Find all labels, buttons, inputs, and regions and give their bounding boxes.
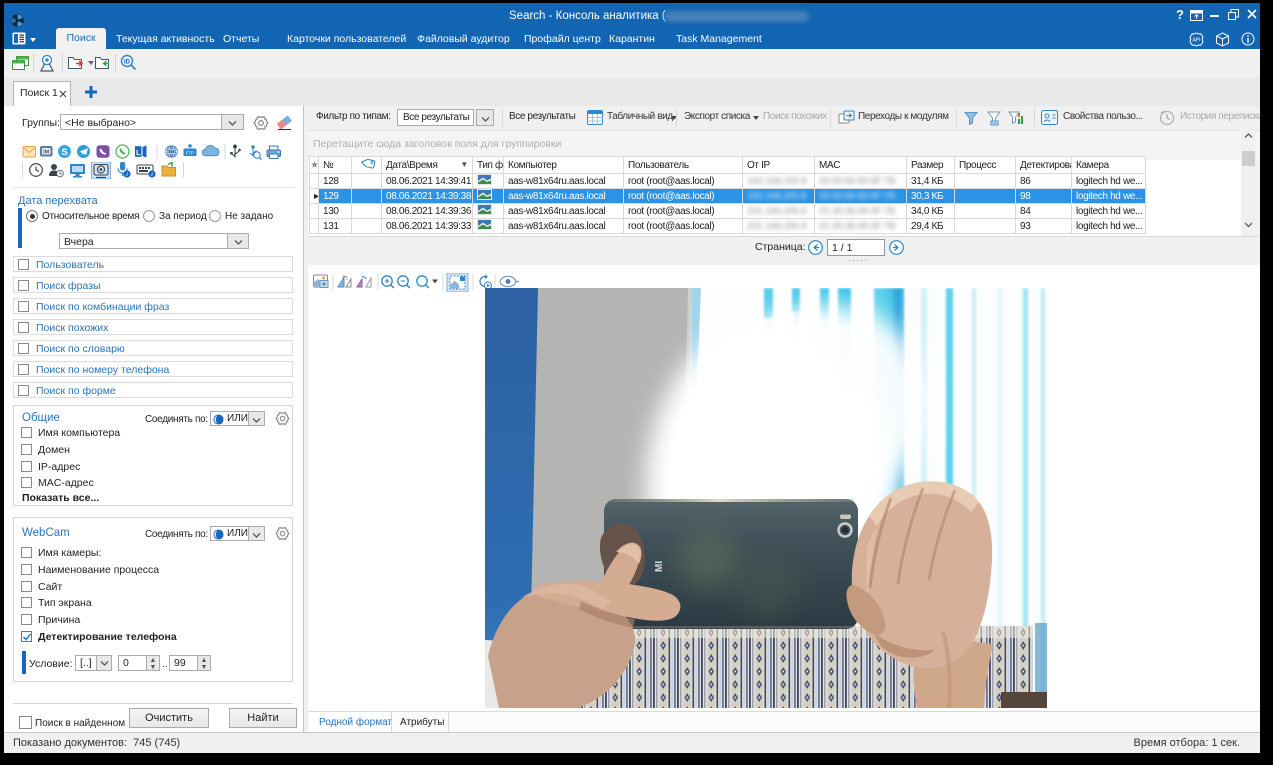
svg-text:HTTP: HTTP [167, 150, 177, 154]
svg-text:S: S [61, 147, 67, 158]
svg-text:IM: IM [43, 150, 50, 156]
svg-text:L: L [136, 148, 141, 157]
svg-text:ID: ID [124, 60, 131, 66]
svg-text:MI: MI [654, 561, 665, 572]
svg-text:API: API [1192, 38, 1200, 44]
svg-text:FTP: FTP [186, 151, 194, 156]
